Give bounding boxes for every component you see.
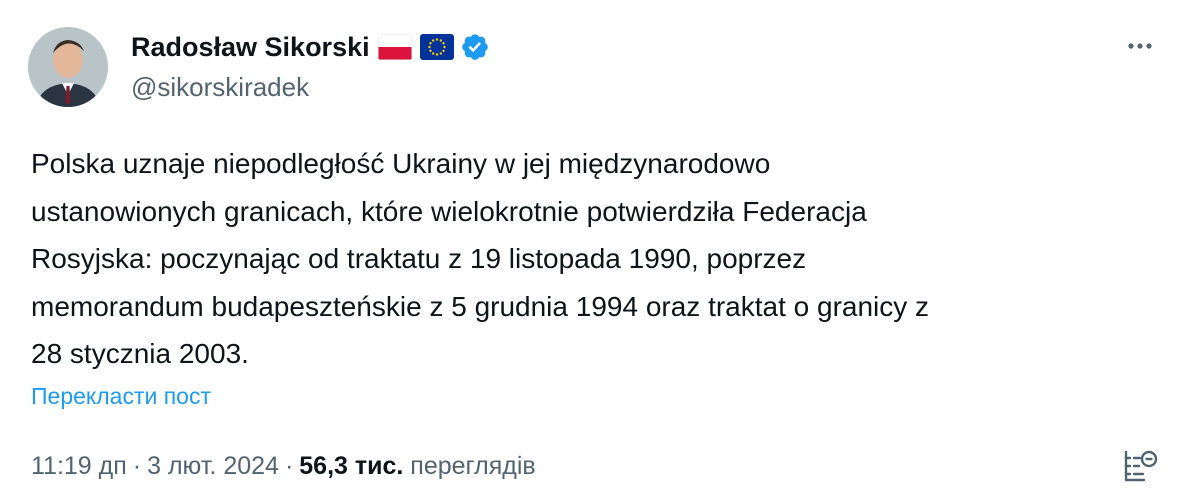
tweet-line: Rosyjska: poczynając od traktatu z 19 li… (31, 243, 807, 274)
tweet-meta: 11:19 дп · 3 лют. 2024 · 56,3 тис. перегляді… (31, 449, 536, 483)
tweet-line: Polska uznaje niepodległość Ukrainy w je… (31, 148, 771, 179)
post-date[interactable]: 3 лют. 2024 (147, 452, 279, 480)
tweet-line: memorandum budapeszteńskie z 5 grudnia 1… (31, 290, 930, 322)
author-name-row[interactable]: Radosław Sikorski (131, 30, 490, 64)
tweet-line: ustanowionych granicach, które wielokrot… (31, 195, 867, 227)
avatar[interactable] (28, 27, 108, 107)
eu-flag-icon (419, 34, 454, 60)
author-handle[interactable]: @sikorskiradek (131, 70, 309, 104)
author-name[interactable]: Radosław Sikorski (131, 30, 370, 64)
verified-badge-icon[interactable] (460, 32, 490, 62)
views-label: переглядів (410, 452, 536, 480)
avatar-image (28, 27, 108, 107)
separator: · (132, 452, 142, 480)
analytics-icon[interactable] (1120, 446, 1160, 486)
tweet-text: Polska uznaje niepodległość Ukrainy w je… (31, 140, 1151, 378)
views-count: 56,3 тис. (299, 452, 404, 480)
post-time[interactable]: 11:19 дп (31, 452, 127, 480)
separator: · (284, 452, 294, 480)
tweet-line: 28 stycznia 2003. (31, 338, 249, 369)
more-icon[interactable] (1122, 36, 1158, 56)
translate-post-link[interactable]: Перекласти пост (31, 380, 211, 412)
poland-flag-icon (377, 34, 412, 60)
